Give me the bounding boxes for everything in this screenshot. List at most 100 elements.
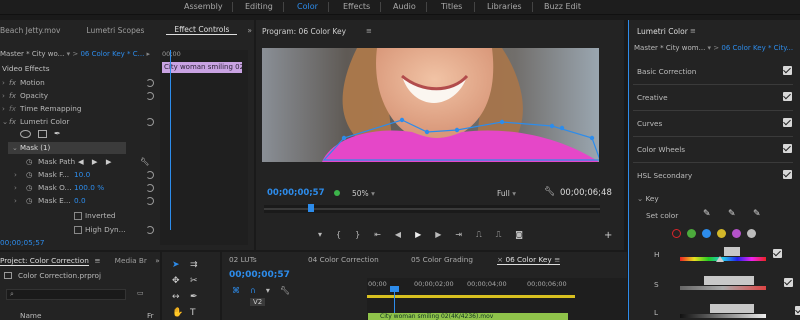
pen-tool-icon[interactable]: ✒ bbox=[190, 292, 208, 302]
curves-checkbox[interactable] bbox=[783, 118, 792, 127]
reset-expansion-icon[interactable] bbox=[146, 196, 154, 205]
timeline-playhead-handle[interactable] bbox=[390, 286, 399, 292]
snap-icon[interactable]: ⌘ bbox=[232, 286, 240, 295]
reset-feather-icon[interactable] bbox=[146, 170, 154, 179]
basic-correction-checkbox[interactable] bbox=[783, 66, 792, 75]
program-video-frame[interactable] bbox=[262, 48, 599, 162]
workspace-buzz-edit[interactable]: Buzz Edit bbox=[544, 2, 581, 11]
swatch-yellow[interactable] bbox=[717, 229, 726, 238]
swatch-gray[interactable] bbox=[747, 229, 756, 238]
workspace-titles[interactable]: Titles bbox=[441, 2, 462, 11]
section-basic-correction[interactable]: Basic Correction bbox=[637, 66, 792, 76]
reset-high-dyn-icon[interactable] bbox=[146, 225, 154, 234]
ellipse-mask-icon[interactable] bbox=[20, 129, 31, 138]
tab-06-color-key[interactable]: × 06 Color Key ≡ bbox=[497, 255, 561, 265]
linked-selection-icon[interactable]: ∩ bbox=[250, 286, 256, 295]
timeline-timecode[interactable]: 00;00;00;57 bbox=[229, 270, 290, 280]
fx-row-lumetri[interactable]: ⌄ fx Lumetri Color bbox=[0, 115, 160, 128]
mask-track-controls[interactable]: ◀ ▶ ▶ bbox=[78, 157, 114, 166]
type-tool-icon[interactable]: T bbox=[190, 308, 208, 318]
workspace-editing[interactable]: Editing bbox=[245, 2, 273, 11]
section-hsl-secondary[interactable]: HSL Secondary bbox=[637, 170, 792, 180]
mask-row[interactable]: ⌄ Mask (1) bbox=[8, 142, 126, 154]
settings-wrench-icon[interactable]: 🔧︎ bbox=[544, 187, 555, 197]
razor-tool-icon[interactable]: ✂ bbox=[190, 276, 208, 286]
add-marker-timeline-icon[interactable]: ▾ bbox=[266, 286, 270, 295]
lift-icon[interactable]: ⎍ bbox=[476, 230, 482, 240]
scrubber-playhead[interactable] bbox=[308, 204, 314, 212]
hue-checkbox[interactable] bbox=[773, 249, 782, 258]
more-panels-icon[interactable]: » bbox=[247, 26, 252, 35]
hue-slider[interactable] bbox=[680, 247, 766, 262]
slip-tool-icon[interactable]: ↔ bbox=[172, 292, 190, 302]
swatch-green[interactable] bbox=[687, 229, 696, 238]
tab-05-color-grading[interactable]: 05 Color Grading bbox=[411, 255, 473, 264]
reset-opacity-icon[interactable] bbox=[146, 91, 154, 100]
go-to-in-icon[interactable]: ⇤ bbox=[374, 230, 381, 240]
inverted-checkbox[interactable] bbox=[74, 211, 82, 220]
project-new-bin-icon[interactable]: ▭ bbox=[137, 289, 144, 297]
fx-row-mask-opacity[interactable]: › ◷ Mask O... 100.0 % bbox=[0, 181, 160, 194]
effect-timeline[interactable] bbox=[160, 50, 248, 245]
tab-project[interactable]: Project: Color Correction bbox=[0, 256, 89, 266]
swatch-red[interactable] bbox=[672, 229, 681, 238]
saturation-slider[interactable] bbox=[680, 276, 766, 291]
hand-tool-icon[interactable]: ✋ bbox=[172, 308, 190, 318]
play-icon[interactable]: ▶ bbox=[415, 230, 421, 240]
rectangle-mask-icon[interactable] bbox=[38, 129, 47, 138]
quality-select[interactable]: Full ▾ bbox=[497, 189, 516, 198]
lightness-slider[interactable] bbox=[680, 304, 766, 318]
mask-feather-value[interactable]: 10.0 bbox=[74, 170, 90, 179]
section-curves[interactable]: Curves bbox=[637, 118, 792, 128]
color-wheels-checkbox[interactable] bbox=[783, 144, 792, 153]
project-col-name[interactable]: Name bbox=[20, 311, 42, 320]
reset-mask-opacity-icon[interactable] bbox=[146, 183, 154, 192]
reset-lumetri-icon[interactable] bbox=[146, 117, 154, 126]
swatch-magenta[interactable] bbox=[732, 229, 741, 238]
effect-clip-bar[interactable]: City woman smiling 02 bbox=[162, 62, 242, 73]
track-v2-label[interactable]: V2 bbox=[250, 298, 266, 306]
fx-row-high-dynamic[interactable]: High Dyn... bbox=[0, 223, 160, 236]
project-col-fr[interactable]: Fr bbox=[147, 311, 154, 320]
lumetri-sequence-label[interactable]: 06 Color Key * City... bbox=[721, 44, 793, 52]
sequence-clip-label[interactable]: 06 Color Key * C... bbox=[80, 50, 144, 58]
mask-expansion-value[interactable]: 0.0 bbox=[74, 196, 86, 205]
workspace-libraries[interactable]: Libraries bbox=[487, 2, 522, 11]
tab-media-browser[interactable]: Media Br bbox=[115, 256, 147, 265]
lumetri-master-label[interactable]: Master * City wom... bbox=[634, 44, 705, 52]
timeline-wrench-icon[interactable]: 🔧︎ bbox=[280, 286, 290, 295]
track-select-tool-icon[interactable]: ⇉ bbox=[190, 260, 208, 270]
reset-motion-icon[interactable] bbox=[146, 78, 154, 87]
eyedropper-add-icon[interactable]: ✎ bbox=[728, 209, 736, 219]
wrench-icon[interactable]: 🔧︎ bbox=[140, 157, 149, 166]
section-color-wheels[interactable]: Color Wheels bbox=[637, 144, 792, 154]
master-clip-label[interactable]: Master * City wo... bbox=[0, 50, 64, 58]
swatch-blue[interactable] bbox=[702, 229, 711, 238]
step-back-icon[interactable]: ◀ bbox=[395, 230, 401, 240]
effect-controls-timecode[interactable]: 00;00;05;57 bbox=[0, 238, 45, 247]
lumetri-title[interactable]: Lumetri Color bbox=[637, 27, 688, 36]
mark-in-icon[interactable]: { bbox=[336, 230, 341, 240]
timeline-clip[interactable]: City woman smiling 02(4K/4236).mov bbox=[368, 313, 568, 320]
effect-playhead[interactable] bbox=[170, 50, 171, 230]
extract-icon[interactable]: ⎍ bbox=[496, 230, 502, 240]
eyedropper-icon[interactable]: ✎ bbox=[703, 209, 711, 219]
program-current-timecode[interactable]: 00;00;00;57 bbox=[267, 188, 325, 198]
step-forward-icon[interactable]: ▶ bbox=[435, 230, 441, 240]
lightness-checkbox[interactable] bbox=[795, 306, 800, 315]
workspace-audio[interactable]: Audio bbox=[393, 2, 416, 11]
go-to-out-icon[interactable]: ⇥ bbox=[455, 230, 462, 240]
project-search-input[interactable]: ⌕ bbox=[6, 289, 126, 300]
program-scrubber[interactable] bbox=[264, 204, 600, 213]
add-button-icon[interactable]: + bbox=[604, 230, 612, 241]
add-marker-icon[interactable]: ▾ bbox=[318, 230, 322, 240]
selection-tool-icon[interactable]: ➤ bbox=[172, 260, 190, 270]
tab-02-luts[interactable]: 02 LUTs bbox=[229, 255, 257, 264]
fx-row-time-remapping[interactable]: › fx Time Remapping bbox=[0, 102, 160, 115]
program-title[interactable]: Program: 06 Color Key bbox=[262, 27, 346, 36]
fx-row-motion[interactable]: › fx Motion bbox=[0, 76, 160, 89]
saturation-checkbox[interactable] bbox=[784, 278, 794, 287]
fx-row-mask-path[interactable]: ◷ Mask Path ◀ ▶ ▶ 🔧︎ bbox=[0, 155, 160, 168]
fx-row-opacity[interactable]: › fx Opacity bbox=[0, 89, 160, 102]
mask-opacity-value[interactable]: 100.0 % bbox=[74, 183, 104, 192]
